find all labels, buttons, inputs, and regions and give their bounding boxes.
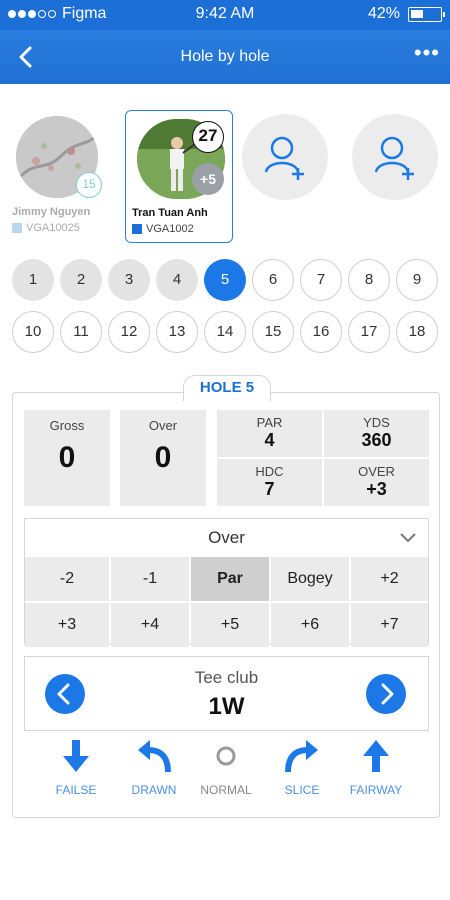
shot-label: FAILSE xyxy=(55,783,97,797)
player-color-swatch xyxy=(12,223,22,233)
next-club-button[interactable] xyxy=(366,674,406,714)
shot-label: NORMAL xyxy=(200,783,252,797)
shot-option-slice[interactable]: SLICE xyxy=(262,738,342,797)
more-options-icon[interactable]: ••• xyxy=(414,40,440,66)
tee-shot-direction: FAILSE DRAWN NORMAL SLICE FAIRWAY xyxy=(24,738,429,798)
shot-option-fairway[interactable]: FAIRWAY xyxy=(336,738,416,797)
hdc-box: HDC 7 xyxy=(217,459,322,506)
player-name: Jimmy Nguyen xyxy=(12,206,91,218)
battery-icon xyxy=(408,6,445,22)
player-card-1[interactable]: 15 Jimmy Nguyen VGA10025 xyxy=(0,108,120,248)
hole-button-13[interactable]: 13 xyxy=(156,311,198,353)
hole-over-value: +3 xyxy=(366,479,387,499)
shot-option-drawn[interactable]: DRAWN xyxy=(114,738,194,797)
hole-button-8[interactable]: 8 xyxy=(348,259,390,301)
hole-button-14[interactable]: 14 xyxy=(204,311,246,353)
battery-percent: 42% xyxy=(367,5,400,22)
over-option-selected[interactable]: Par xyxy=(191,557,269,601)
player-color-swatch xyxy=(132,224,142,234)
chevron-left-icon xyxy=(57,683,70,705)
gross-box: Gross 0 xyxy=(24,410,110,506)
over-selector: Over -2 -1 Par Bogey +2 +3 +4 +5 +6 +7 xyxy=(24,518,429,647)
player-code: VGA1002 xyxy=(132,223,194,235)
player-code: VGA10025 xyxy=(12,222,80,234)
yds-label: YDS xyxy=(363,415,390,430)
curve-left-arrow-icon xyxy=(138,740,171,773)
hole-button-2[interactable]: 2 xyxy=(60,259,102,301)
hole-button-18[interactable]: 18 xyxy=(396,311,438,353)
hole-selector-front: 1 2 3 4 5 6 7 8 9 xyxy=(10,259,440,303)
hdc-label: HDC xyxy=(255,464,284,479)
over-option[interactable]: +3 xyxy=(25,603,109,647)
hole-button-3[interactable]: 3 xyxy=(108,259,150,301)
over-option[interactable]: +4 xyxy=(111,603,189,647)
over-option[interactable]: +7 xyxy=(351,603,428,647)
hole-button-16[interactable]: 16 xyxy=(300,311,342,353)
hole-button-1[interactable]: 1 xyxy=(12,259,54,301)
prev-club-button[interactable] xyxy=(45,674,85,714)
over-option[interactable]: Bogey xyxy=(271,557,349,601)
hole-button-6[interactable]: 6 xyxy=(252,259,294,301)
yds-value: 360 xyxy=(361,430,392,450)
hole-title-tab: HOLE 5 xyxy=(183,375,271,401)
hole-over-box: OVER +3 xyxy=(324,459,429,506)
hdc-value: 7 xyxy=(264,479,275,499)
over-dropdown[interactable]: Over xyxy=(25,519,428,557)
hole-button-4[interactable]: 4 xyxy=(156,259,198,301)
status-bar: Figma 9:42 AM 42% xyxy=(0,0,450,30)
hole-button-7[interactable]: 7 xyxy=(300,259,342,301)
add-player-button[interactable] xyxy=(352,114,438,200)
add-user-icon xyxy=(374,136,414,180)
player-name: Tran Tuan Anh xyxy=(132,207,208,219)
hole-button-11[interactable]: 11 xyxy=(60,311,102,353)
player-code-text: VGA10025 xyxy=(26,222,80,234)
page-title: Hole by hole xyxy=(180,48,270,65)
circle-icon xyxy=(216,746,236,766)
over-option[interactable]: +5 xyxy=(191,603,269,647)
over-dropdown-label: Over xyxy=(208,528,245,547)
over-label: Over xyxy=(148,418,178,433)
hole-button-15[interactable]: 15 xyxy=(252,311,294,353)
par-label: PAR xyxy=(256,415,283,430)
over-value: 0 xyxy=(154,441,172,474)
hole-button-9[interactable]: 9 xyxy=(396,259,438,301)
arrow-up-icon xyxy=(363,740,389,772)
gross-label: Gross xyxy=(49,418,85,433)
shot-label: DRAWN xyxy=(131,783,177,797)
hole-button-17[interactable]: 17 xyxy=(348,311,390,353)
hole-over-label: OVER xyxy=(358,464,395,479)
over-option[interactable]: +2 xyxy=(351,557,428,601)
player-code-text: VGA1002 xyxy=(146,223,194,235)
over-option[interactable]: -2 xyxy=(25,557,109,601)
hole-button-10[interactable]: 10 xyxy=(12,311,54,353)
yds-box: YDS 360 xyxy=(324,410,429,457)
nav-bar: Hole by hole ••• xyxy=(0,30,450,84)
player-selector: 15 Jimmy Nguyen VGA10025 27 +5 Tran Tuan… xyxy=(0,108,450,248)
shot-option-failse[interactable]: FAILSE xyxy=(36,738,116,797)
par-value: 4 xyxy=(264,430,275,450)
shot-option-normal[interactable]: NORMAL xyxy=(186,738,266,797)
score-badge: 27 xyxy=(192,121,224,153)
add-player-button[interactable] xyxy=(242,114,328,200)
tee-club-selector: Tee club 1W xyxy=(24,656,429,731)
battery-group: 42% xyxy=(367,5,445,23)
hole-button-12[interactable]: 12 xyxy=(108,311,150,353)
add-user-icon xyxy=(264,136,304,180)
chevron-down-icon[interactable] xyxy=(398,531,418,545)
hole-selector-back: 10 11 12 13 14 15 16 17 18 xyxy=(10,311,440,355)
player-card-2[interactable]: 27 +5 Tran Tuan Anh VGA1002 xyxy=(125,110,233,243)
player-badge: 15 xyxy=(76,172,102,198)
over-option[interactable]: -1 xyxy=(111,557,189,601)
shot-label: SLICE xyxy=(284,783,320,797)
over-badge: +5 xyxy=(192,163,224,195)
chevron-right-icon xyxy=(381,683,394,705)
curve-right-arrow-icon xyxy=(285,740,318,773)
shot-label: FAIRWAY xyxy=(349,783,403,797)
par-box: PAR 4 xyxy=(217,410,322,457)
over-box: Over 0 xyxy=(120,410,206,506)
hole-button-5[interactable]: 5 xyxy=(204,259,246,301)
gross-value: 0 xyxy=(58,441,76,474)
over-option[interactable]: +6 xyxy=(271,603,349,647)
arrow-down-icon xyxy=(63,740,89,772)
